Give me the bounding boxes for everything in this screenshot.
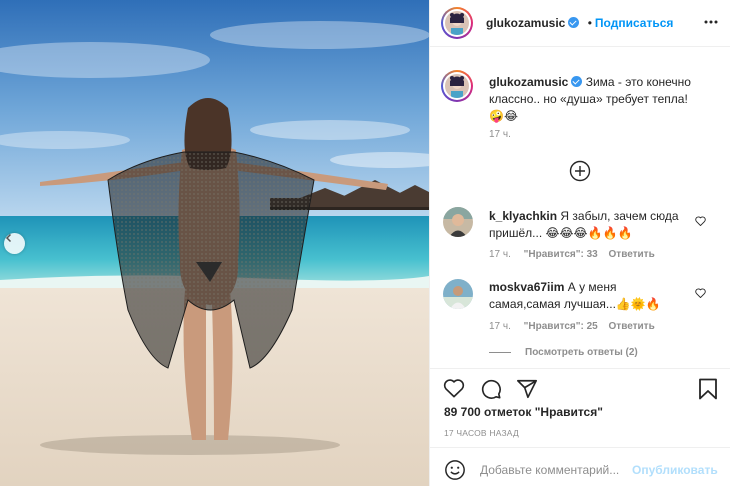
caption-avatar[interactable] <box>441 70 473 102</box>
like-button[interactable] <box>443 378 465 401</box>
commenter-avatar[interactable] <box>443 207 473 237</box>
comment-like-button[interactable] <box>695 215 706 229</box>
save-button[interactable] <box>698 378 718 403</box>
comment-likes[interactable]: "Нравится": 25 <box>524 321 598 332</box>
verified-badge-icon <box>571 76 583 87</box>
separator-dot: • <box>587 16 592 30</box>
caption-username[interactable]: glukozamusic <box>489 75 568 89</box>
comment-username[interactable]: moskva67iim <box>489 280 564 294</box>
comment-time[interactable]: 17 ч. <box>489 321 511 332</box>
post-timestamp[interactable]: 17 ЧАСОВ НАЗАД <box>444 428 519 438</box>
comment-input[interactable]: Добавьте комментарий... <box>480 463 619 477</box>
share-icon <box>517 379 537 399</box>
comment-meta: 17 ч. "Нравится": 33 Ответить <box>489 249 655 260</box>
heart-icon <box>443 379 465 398</box>
reply-button[interactable]: Ответить <box>609 321 655 332</box>
comment-likes[interactable]: "Нравится": 33 <box>524 249 598 260</box>
instagram-post: glukozamusic • Подписаться glukozamusic З… <box>0 0 730 486</box>
comment-item: k_klyachkin Я забыл, зачем сюда пришёл..… <box>489 208 689 242</box>
comment-username[interactable]: k_klyachkin <box>489 209 557 223</box>
comment-item: moskva67iim А у меня самая,самая лучшая.… <box>489 279 689 313</box>
beach-photo <box>0 0 429 486</box>
avatar-image <box>445 74 469 98</box>
author-username[interactable]: glukozamusic <box>486 16 565 30</box>
avatar-image <box>445 11 469 35</box>
caption-text-block: glukozamusic Зима - это конечно классно.… <box>489 74 715 125</box>
comment-icon <box>481 379 501 399</box>
comment-time[interactable]: 17 ч. <box>489 249 511 260</box>
heart-icon <box>695 288 706 299</box>
emoji-button[interactable] <box>444 459 466 484</box>
reply-button[interactable]: Ответить <box>609 249 655 260</box>
more-options-icon[interactable] <box>702 13 718 34</box>
commenter-avatar[interactable] <box>443 279 473 309</box>
share-button[interactable] <box>516 378 538 403</box>
view-replies-button[interactable]: Посмотреть ответы (2) <box>489 347 638 358</box>
comment-meta: 17 ч. "Нравится": 25 Ответить <box>489 321 655 332</box>
comment-like-button[interactable] <box>695 287 706 301</box>
emoji-icon <box>445 460 465 480</box>
bookmark-icon <box>699 378 717 400</box>
chevron-left-icon <box>5 233 12 243</box>
follow-button[interactable]: Подписаться <box>595 16 673 30</box>
publish-button[interactable]: Опубликовать <box>632 463 718 477</box>
previous-photo-button[interactable] <box>4 233 25 254</box>
load-more-icon <box>569 160 591 182</box>
comment-button[interactable] <box>480 378 502 403</box>
author-avatar[interactable] <box>441 7 473 39</box>
likes-count[interactable]: 89 700 отметок "Нравится" <box>444 405 603 419</box>
caption-emoji: 🤪😂 <box>489 109 518 123</box>
verified-badge-icon <box>568 17 580 28</box>
replies-divider <box>489 351 511 353</box>
post-photo[interactable] <box>0 0 429 486</box>
heart-icon <box>695 216 706 227</box>
caption-time[interactable]: 17 ч. <box>489 129 511 140</box>
load-more-comments-button[interactable] <box>569 160 591 182</box>
header-user-row: glukozamusic • Подписаться <box>486 16 673 30</box>
view-replies-label: Посмотреть ответы (2) <box>525 347 638 358</box>
